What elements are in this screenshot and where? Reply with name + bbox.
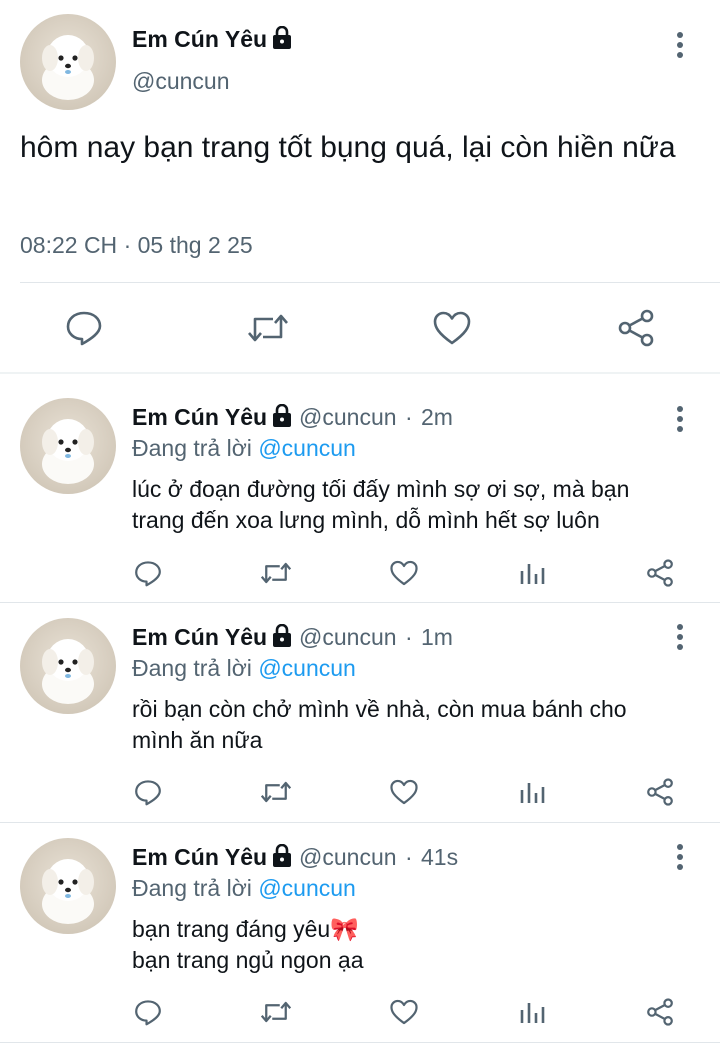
handle[interactable]: @cuncun [132,68,230,95]
share-icon [647,778,673,806]
tweet-text: hôm nay bạn trang tốt bụng quá, lại còn … [20,131,676,164]
analytics-button[interactable] [517,776,547,808]
dot-separator: · [404,404,413,431]
share-button[interactable] [614,306,658,350]
avatar[interactable] [20,14,116,110]
ribbon-emoji: 🎀 [330,916,359,942]
display-name[interactable]: Em Cún Yêu [132,624,267,650]
retweet-icon [260,562,292,584]
reply-button[interactable] [132,557,164,589]
share-icon [647,998,673,1026]
reply-button[interactable] [132,996,164,1028]
more-options-icon[interactable] [670,30,690,60]
avatar[interactable] [20,618,116,714]
like-button[interactable] [388,776,420,808]
like-icon [390,779,418,805]
reply-tweet[interactable]: Em Cún Yêu @cuncun · 41s Đang trả lời @cu… [0,822,720,1042]
share-icon [647,559,673,587]
handle[interactable]: @cuncun [299,844,397,870]
reply-text: bạn trang đáng yêu🎀 bạn trang ngủ ngon ạ… [132,916,364,973]
share-icon [618,309,654,347]
reply-icon [135,999,161,1025]
replying-to: Đang trả lời @cuncun [132,655,356,681]
display-name[interactable]: Em Cún Yêu [132,844,267,870]
analytics-icon [520,783,545,803]
like-icon [390,999,418,1025]
dot-separator: · [404,844,413,871]
like-button[interactable] [430,306,474,350]
lock-icon [271,623,293,654]
divider [0,1042,720,1043]
time-ago[interactable]: 2m [421,404,453,430]
retweet-button[interactable] [259,996,293,1028]
analytics-icon [520,564,545,584]
retweet-button[interactable] [246,306,290,350]
reply-icon [135,779,161,805]
retweet-icon [260,1001,292,1023]
reply-header: Em Cún Yêu @cuncun · 1m [132,623,453,654]
reply-icon [135,560,161,586]
mention-link[interactable]: @cuncun [258,435,356,461]
lock-icon [271,403,293,434]
replying-to: Đang trả lời @cuncun [132,875,356,901]
retweet-icon [248,314,288,342]
analytics-icon [520,1003,545,1023]
puppy-avatar-image [42,859,94,924]
more-options-icon[interactable] [670,842,690,872]
like-icon [390,560,418,586]
display-name[interactable]: Em Cún Yêu [132,25,293,56]
more-options-icon[interactable] [670,622,690,652]
retweet-button[interactable] [259,776,293,808]
like-button[interactable] [388,996,420,1028]
time-ago[interactable]: 1m [421,624,453,650]
retweet-button[interactable] [259,557,293,589]
like-icon [433,311,471,345]
lock-icon [271,843,293,874]
puppy-avatar-image [42,639,94,704]
reply-tweet[interactable]: Em Cún Yêu @cuncun · 1m Đang trả lời @cun… [0,602,720,822]
avatar[interactable] [20,838,116,934]
lock-icon [271,25,293,56]
analytics-button[interactable] [517,557,547,589]
mention-link[interactable]: @cuncun [258,875,356,901]
handle[interactable]: @cuncun [299,404,397,430]
reply-header: Em Cún Yêu @cuncun · 2m [132,403,453,434]
avatar[interactable] [20,398,116,494]
reply-tweet[interactable]: Em Cún Yêu @cuncun · 2m Đang trả lời @cun… [0,374,720,602]
reply-button[interactable] [62,306,106,350]
reply-text: lúc ở đoạn đường tối đấy mình sợ ơi sợ, … [132,476,630,533]
tweet-timestamp[interactable]: 08:22 CH · 05 thg 2 25 [20,232,253,259]
share-button[interactable] [644,996,676,1028]
retweet-icon [260,781,292,803]
reply-text: rồi bạn còn chở mình về nhà, còn mua bán… [132,696,627,753]
dot-separator: · [404,624,413,651]
more-options-icon[interactable] [670,404,690,434]
time-ago[interactable]: 41s [421,844,458,870]
replying-to: Đang trả lời @cuncun [132,435,356,461]
display-name[interactable]: Em Cún Yêu [132,404,267,430]
mention-link[interactable]: @cuncun [258,655,356,681]
analytics-button[interactable] [517,996,547,1028]
handle[interactable]: @cuncun [299,624,397,650]
reply-icon [66,311,102,346]
puppy-avatar-image [42,35,94,100]
like-button[interactable] [388,557,420,589]
reply-header: Em Cún Yêu @cuncun · 41s [132,843,458,874]
share-button[interactable] [644,776,676,808]
divider [20,282,720,283]
reply-button[interactable] [132,776,164,808]
puppy-avatar-image [42,419,94,484]
share-button[interactable] [644,557,676,589]
